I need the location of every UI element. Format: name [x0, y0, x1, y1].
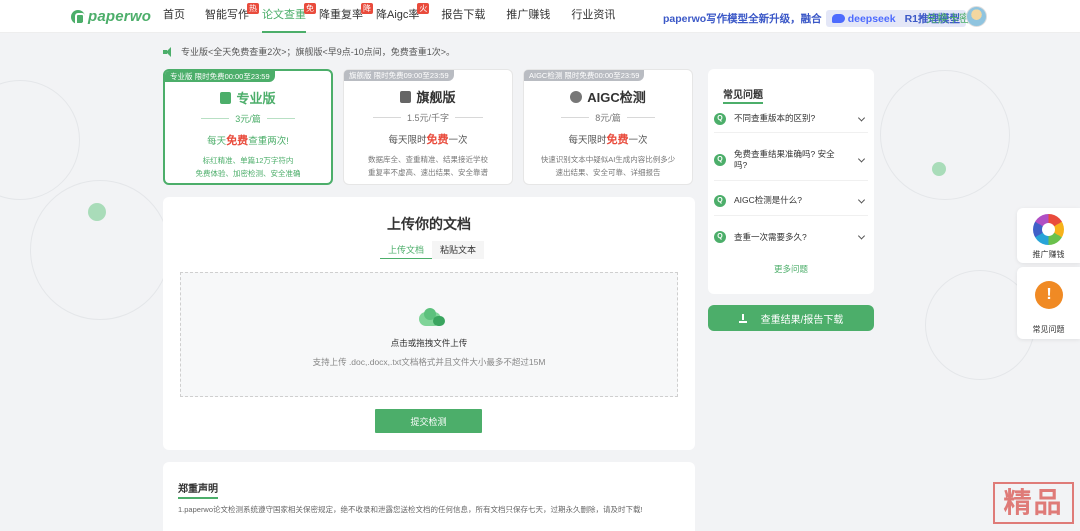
free-badge: 免 — [304, 3, 316, 14]
logo-text: paperwo — [88, 8, 152, 25]
version-free-checks: 每天限时免费一次 — [568, 134, 648, 146]
question-icon: Q — [714, 112, 726, 125]
watermark-stamp: 精品 — [993, 482, 1074, 524]
promo-text: paperwo写作模型全新升级，融合 — [663, 13, 822, 25]
faq-item[interactable]: Q 不同查重版本的区别? — [714, 105, 868, 133]
question-icon: Q — [714, 194, 726, 207]
notice-bar: 专业版<全天免费查重2次>；旗舰版<早9点-10点间，免费查重1次>。 — [163, 45, 455, 58]
upload-panel: 上传你的文档 上传文档 粘贴文本 点击或拖拽文件上传 支持上传 .doc,.do… — [163, 197, 695, 450]
reduce-badge: 降 — [361, 3, 373, 14]
version-card-professional[interactable]: 专业版 限时免费00:00至23:59 专业版 3元/篇 每天免费查重两次! 标… — [163, 69, 333, 185]
chevron-down-icon — [857, 195, 866, 204]
nav-industry-news[interactable]: 行业资讯 — [571, 0, 615, 33]
flag-book-icon — [400, 90, 412, 103]
logo[interactable]: paperwo — [71, 8, 151, 25]
version-title: 旗舰版 — [344, 87, 512, 106]
upload-tabs: 上传文档 粘贴文本 — [380, 241, 485, 259]
version-price: 3元/篇 — [165, 112, 331, 125]
dropzone-hint: 支持上传 .doc,.docx,.txt文档格式并且文件大小最多不超过15M — [312, 357, 546, 367]
more-questions-link[interactable]: 更多问题 — [708, 263, 874, 275]
nav-promote[interactable]: 推广赚钱 — [506, 0, 550, 33]
version-title: AIGC检测 — [524, 87, 692, 106]
disclaimer-title: 郑重声明 — [178, 480, 218, 499]
cloud-upload-icon — [415, 308, 445, 326]
version-features: 快速识别文本中疑似AI生成内容比例多少 速出结果、安全可靠、详细报告 — [540, 155, 676, 177]
bg-circle — [0, 80, 80, 200]
redeem-card-link[interactable]: 兑换卡密 — [926, 10, 970, 26]
bg-dot — [88, 203, 106, 221]
file-dropzone[interactable]: 点击或拖拽文件上传 支持上传 .doc,.docx,.txt文档格式并且文件大小… — [180, 272, 678, 397]
version-free-checks: 每天限时免费一次 — [388, 134, 468, 146]
robot-icon — [570, 90, 583, 103]
chevron-down-icon — [857, 154, 866, 163]
faq-item[interactable]: Q AIGC检测是什么? — [714, 186, 868, 216]
question-icon: Q — [714, 231, 726, 243]
faq-panel: 常见问题 Q 不同查重版本的区别? Q 免费查重结果准确吗? 安全吗? Q AI… — [708, 69, 874, 294]
upload-title: 上传你的文档 — [387, 216, 471, 232]
fire-badge: 火 — [417, 3, 430, 14]
submit-check-button[interactable]: 提交检测 — [375, 409, 482, 433]
color-wheel-icon — [1033, 214, 1064, 245]
nav-reduce-aigc[interactable]: 降Aigc率火 — [376, 0, 430, 33]
nav-reduce-duplication[interactable]: 降重复率降 — [319, 0, 373, 33]
top-header: paperwo 首页 智能写作热 论文查重免 降重复率降 降Aigc率火 报告下… — [0, 0, 1080, 33]
version-card-flagship[interactable]: 旗舰版 限时免费09:00至23:59 旗舰版 1.5元/千字 每天限时免费一次… — [343, 69, 513, 185]
hot-badge: 热 — [247, 3, 259, 14]
dropzone-instruction: 点击或拖拽文件上传 — [390, 338, 468, 348]
bg-dot — [932, 162, 946, 176]
deepseek-whale-icon — [831, 14, 845, 23]
logo-icon — [71, 9, 85, 25]
nav-paper-check[interactable]: 论文查重免 — [262, 0, 316, 33]
speaker-icon — [163, 46, 175, 57]
tab-paste-text[interactable]: 粘贴文本 — [432, 241, 485, 259]
version-price: 1.5元/千字 — [344, 111, 512, 124]
faq-item[interactable]: Q 查重一次需要多久? — [714, 222, 868, 252]
tab-upload-document[interactable]: 上传文档 — [380, 241, 433, 259]
version-tag: AIGC检测 限时免费00:00至23:59 — [524, 70, 645, 81]
faq-title: 常见问题 — [723, 86, 763, 104]
nav-home[interactable]: 首页 — [163, 0, 185, 33]
version-free-checks: 每天免费查重两次! — [207, 135, 289, 147]
warning-icon: ! — [1035, 281, 1063, 309]
book-icon — [220, 91, 232, 104]
download-icon — [738, 313, 747, 323]
float-promote[interactable]: 推广赚钱 — [1017, 208, 1080, 263]
disclaimer-panel: 郑重声明 1.paperwo论文检测系统遵守国家相关保密规定，绝不收录和泄露您送… — [163, 462, 695, 531]
version-tag: 旗舰版 限时免费09:00至23:59 — [344, 70, 454, 81]
main-nav: 首页 智能写作热 论文查重免 降重复率降 降Aigc率火 报告下载 推广赚钱 行… — [163, 0, 615, 33]
faq-item[interactable]: Q 免费查重结果准确吗? 安全吗? — [714, 139, 868, 181]
version-features: 数据库全、查重精准、结果接近学校 重复率不虚高、速出结果、安全靠谱 — [368, 155, 488, 177]
deepseek-brand: deepseek — [847, 12, 896, 25]
version-features: 标红精准、单篇12万字符内 免费体验、加密检测、安全准确 — [195, 156, 301, 178]
bg-circle — [880, 70, 1010, 200]
version-title: 专业版 — [165, 88, 331, 107]
nav-smart-writing[interactable]: 智能写作热 — [205, 0, 259, 33]
float-faq[interactable]: ! 常见问题 — [1017, 267, 1080, 339]
user-avatar[interactable] — [966, 6, 987, 27]
chevron-down-icon — [857, 113, 866, 122]
question-icon: Q — [714, 153, 726, 166]
bg-circle — [30, 180, 170, 320]
nav-report-download[interactable]: 报告下载 — [441, 0, 485, 33]
disclaimer-text: 1.paperwo论文检测系统遵守国家相关保密规定，绝不收录和泄露您送检文档的任… — [178, 505, 643, 514]
report-download-button[interactable]: 查重结果/报告下载 — [708, 305, 874, 331]
promo-banner[interactable]: paperwo写作模型全新升级，融合 deepseek R1推理模型 — [663, 10, 966, 27]
version-price: 8元/篇 — [524, 111, 692, 124]
notice-text: 专业版<全天免费查重2次>；旗舰版<早9点-10点间，免费查重1次>。 — [181, 47, 456, 57]
version-tag: 专业版 限时免费00:00至23:59 — [165, 71, 275, 82]
chevron-down-icon — [857, 232, 866, 240]
version-card-aigc[interactable]: AIGC检测 限时免费00:00至23:59 AIGC检测 8元/篇 每天限时免… — [523, 69, 693, 185]
